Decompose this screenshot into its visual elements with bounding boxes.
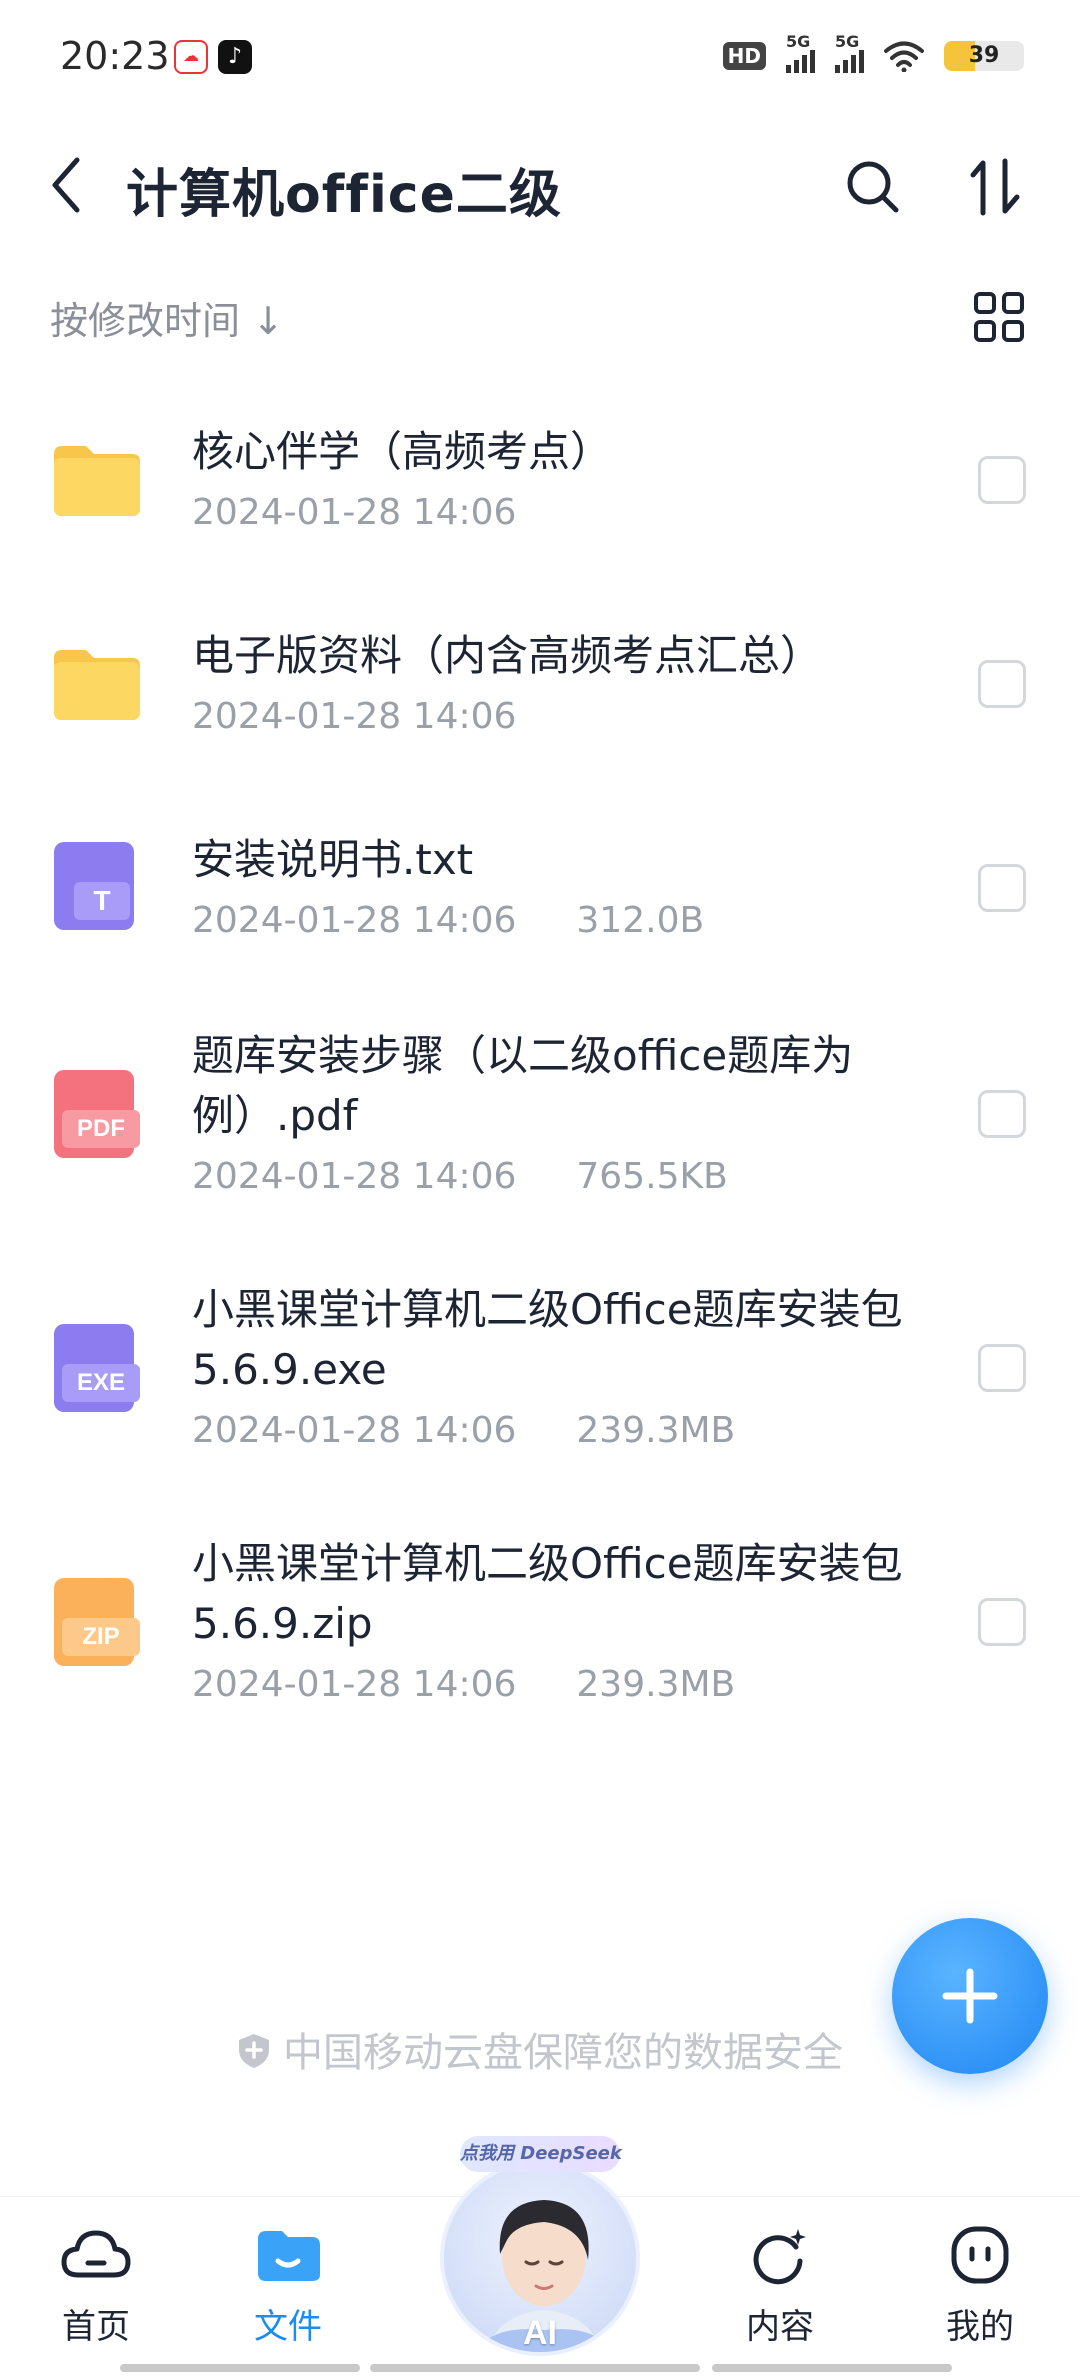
home-indicator [712, 2364, 952, 2372]
folder-icon [54, 650, 140, 720]
zip-file-icon: ZIP [50, 1578, 142, 1670]
select-checkbox[interactable] [978, 660, 1026, 708]
home-indicator [370, 2364, 700, 2372]
nav-home[interactable]: 首页 [36, 2225, 156, 2348]
chevron-left-icon [52, 157, 80, 213]
ai-label: AI [523, 2314, 557, 2352]
file-meta: 2024-01-28 14:06 312.0B [192, 900, 704, 941]
file-size: 312.0B [576, 900, 705, 941]
list-item[interactable]: EXE 小黑课堂计算机二级Office题库安装包5.6.9.exe 2024-0… [0, 1274, 1080, 1474]
select-checkbox[interactable] [978, 456, 1026, 504]
hd-badge: HD [722, 41, 766, 70]
select-checkbox[interactable] [978, 864, 1026, 912]
grid-view-icon[interactable] [972, 290, 1026, 344]
nav-home-label: 首页 [62, 2307, 130, 2347]
sort-icon [970, 158, 1020, 216]
file-size: 239.3MB [576, 1664, 736, 1705]
folder-icon [54, 446, 140, 516]
nav-mine-label: 我的 [946, 2307, 1014, 2347]
list-item[interactable]: PDF 题库安装步骤（以二级office题库为例）.pdf 2024-01-28… [0, 1020, 1080, 1220]
cloud-icon [61, 2230, 131, 2278]
page-title: 计算机office二级 [126, 165, 562, 225]
file-date: 2024-01-28 14:06 [192, 1156, 517, 1197]
sort-by-modified-time[interactable]: 按修改时间 ↓ [50, 290, 284, 345]
file-meta: 2024-01-28 14:06 [192, 492, 516, 533]
list-item[interactable]: 电子版资料（内含高频考点汇总） 2024-01-28 14:06 [0, 614, 1080, 764]
file-name: 小黑课堂计算机二级Office题库安装包5.6.9.exe [192, 1285, 903, 1394]
file-date: 2024-01-28 14:06 [192, 1410, 517, 1451]
select-checkbox[interactable] [978, 1344, 1026, 1392]
list-item[interactable]: 核心伴学（高频考点） 2024-01-28 14:06 [0, 410, 1080, 560]
wifi-icon [884, 41, 924, 72]
nav-content-label: 内容 [746, 2307, 814, 2347]
select-checkbox[interactable] [978, 1598, 1026, 1646]
file-meta: 2024-01-28 14:06 239.3MB [192, 1410, 735, 1451]
face-icon [951, 2226, 1009, 2284]
nav-files-label: 文件 [254, 2307, 322, 2347]
security-note-text: 中国移动云盘保障您的数据安全 [283, 2030, 843, 2076]
battery-indicator: 39 [944, 40, 1024, 71]
app-header: 计算机office二级 [0, 130, 1080, 240]
select-checkbox[interactable] [978, 1090, 1026, 1138]
list-item[interactable]: ZIP 小黑课堂计算机二级Office题库安装包5.6.9.zip 2024-0… [0, 1528, 1080, 1728]
file-meta: 2024-01-28 14:06 [192, 696, 516, 737]
status-indicators: HD 5G 5G 39 [722, 32, 1024, 73]
nav-content[interactable]: 内容 [720, 2225, 840, 2348]
file-name: 小黑课堂计算机二级Office题库安装包5.6.9.zip [192, 1539, 903, 1648]
pdf-file-icon: PDF [50, 1070, 142, 1162]
cloud-app-icon: ☁ [174, 40, 208, 74]
folder-nav-icon [258, 2231, 320, 2281]
signal-1-icon: 5G [786, 32, 815, 73]
file-meta: 2024-01-28 14:06 239.3MB [192, 1664, 735, 1705]
add-button[interactable] [892, 1918, 1048, 2074]
plus-icon [942, 1968, 998, 2024]
status-bar: 20:23 ☁ ♪ HD 5G 5G 39 [0, 0, 1080, 110]
file-date: 2024-01-28 14:06 [192, 696, 517, 737]
nav-files[interactable]: 文件 [228, 2225, 348, 2348]
ai-avatar: AI [440, 2160, 640, 2356]
status-time: 20:23 [60, 34, 170, 78]
file-date: 2024-01-28 14:06 [192, 900, 517, 941]
ai-assistant-button[interactable]: AI 点我用 DeepSeek [440, 2136, 640, 2356]
deepseek-badge[interactable]: 点我用 DeepSeek [460, 2136, 622, 2172]
file-size: 239.3MB [576, 1410, 736, 1451]
file-date: 2024-01-28 14:06 [192, 492, 517, 533]
file-date: 2024-01-28 14:06 [192, 1664, 517, 1705]
file-name: 核心伴学（高频考点） [192, 427, 613, 476]
nav-mine[interactable]: 我的 [920, 2225, 1040, 2348]
tiktok-icon: ♪ [218, 40, 252, 74]
search-icon [847, 161, 899, 213]
file-name: 安装说明书.txt [192, 835, 474, 884]
back-button[interactable] [36, 150, 96, 220]
file-name: 电子版资料（内含高频考点汇总） [192, 631, 823, 680]
home-indicator [120, 2364, 360, 2372]
file-name: 题库安装步骤（以二级office题库为例）.pdf [192, 1031, 854, 1140]
sort-row: 按修改时间 ↓ [0, 280, 1080, 350]
txt-file-icon: T [50, 842, 142, 934]
search-button[interactable] [838, 152, 908, 222]
refresh-sparkle-icon [753, 2229, 806, 2285]
file-size: 765.5KB [576, 1156, 728, 1197]
signal-2-icon: 5G [835, 32, 864, 73]
shield-icon [239, 2034, 269, 2068]
list-item[interactable]: T 安装说明书.txt 2024-01-28 14:06 312.0B [0, 818, 1080, 968]
file-meta: 2024-01-28 14:06 765.5KB [192, 1156, 728, 1197]
sort-button[interactable] [960, 152, 1030, 222]
exe-file-icon: EXE [50, 1324, 142, 1416]
